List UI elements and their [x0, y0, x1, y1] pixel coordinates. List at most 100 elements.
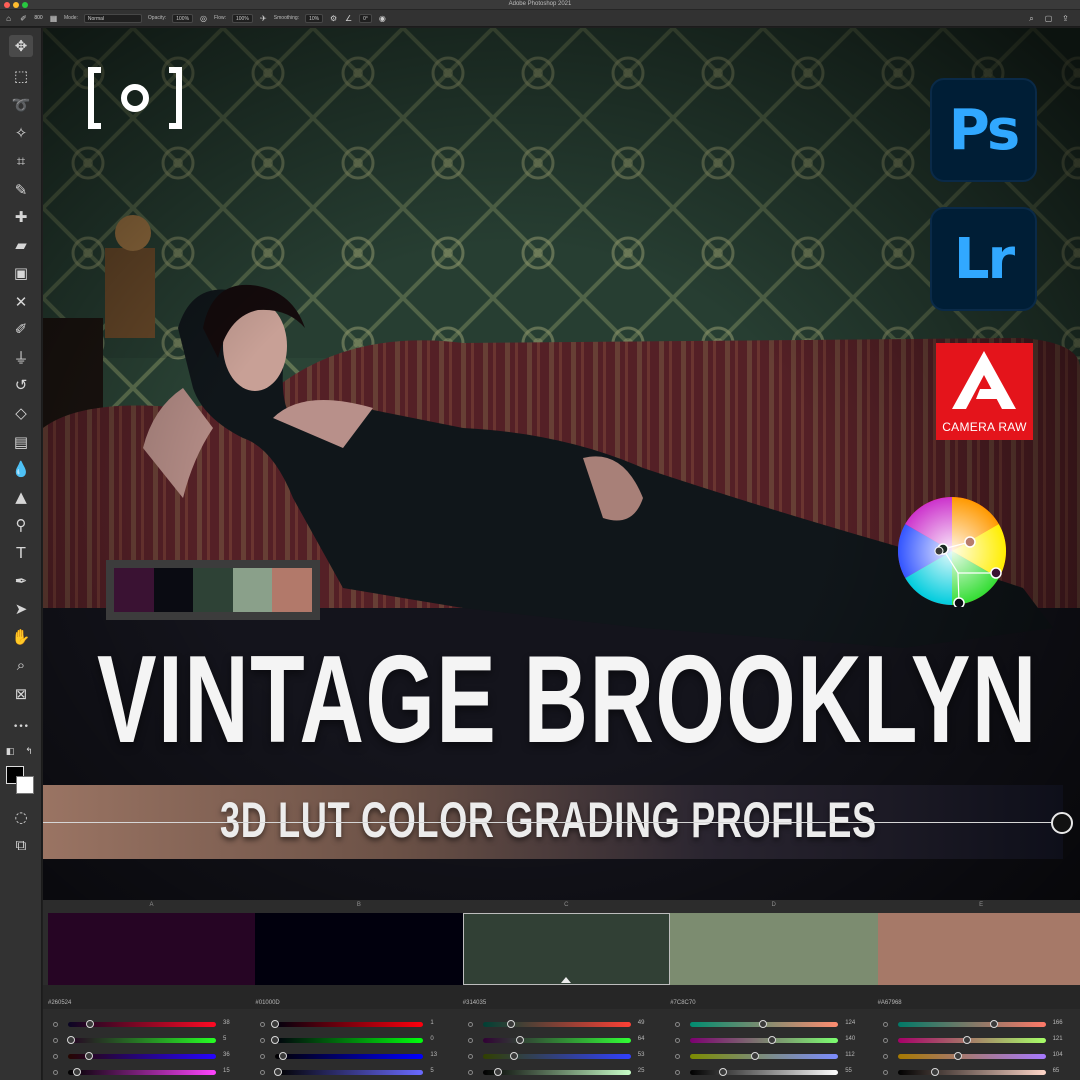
channel-slider[interactable]: 36	[53, 1050, 243, 1064]
channel-lock-icon[interactable]	[675, 1054, 681, 1059]
palette-swatch[interactable]	[462, 913, 671, 985]
channel-track[interactable]	[68, 1038, 216, 1043]
channel-lock-icon[interactable]	[882, 1070, 888, 1075]
palette-swatch[interactable]	[670, 913, 878, 985]
eraser-icon[interactable]: ◇	[9, 402, 33, 424]
eyedropper-icon[interactable]: ✎	[9, 179, 33, 201]
pressure-size-icon[interactable]: ◉	[378, 14, 387, 23]
channel-lock-icon[interactable]	[467, 1054, 473, 1059]
channel-knob[interactable]	[493, 1068, 502, 1076]
channel-knob[interactable]	[758, 1020, 767, 1028]
channel-knob[interactable]	[66, 1036, 75, 1044]
swap-colors-icon[interactable]: ↰	[22, 745, 36, 759]
airbrush-icon[interactable]: ✈	[259, 14, 268, 23]
channel-track[interactable]	[68, 1070, 216, 1075]
pen-icon[interactable]: ✒	[9, 570, 33, 592]
channel-track[interactable]	[482, 1038, 631, 1043]
arrow-cursor-icon[interactable]: ➤	[9, 598, 33, 620]
angle-icon[interactable]: ∠	[344, 14, 353, 23]
channel-knob[interactable]	[72, 1068, 81, 1076]
mode-select[interactable]: Normal	[83, 13, 142, 23]
type-icon[interactable]: T	[9, 542, 33, 564]
channel-track[interactable]	[482, 1054, 631, 1059]
channel-lock-icon[interactable]	[53, 1022, 58, 1027]
home-icon[interactable]: ⌂	[4, 14, 13, 23]
channel-track[interactable]	[897, 1038, 1046, 1043]
bandage-icon[interactable]: ✚	[9, 206, 33, 228]
patch-icon[interactable]: ▰	[9, 234, 33, 256]
channel-lock-icon[interactable]	[260, 1054, 266, 1059]
channel-slider[interactable]: 38	[53, 1018, 243, 1032]
quick-mask-icon[interactable]: ◌	[9, 806, 33, 828]
gear-icon[interactable]: ⚙	[329, 14, 338, 23]
zoom-icon[interactable]: ⌕	[9, 654, 33, 676]
brush-size-icon[interactable]: 800	[34, 14, 43, 23]
hex-value[interactable]: #A67968	[878, 1000, 902, 1006]
channel-track[interactable]	[897, 1070, 1046, 1075]
channel-slider[interactable]: 15	[53, 1066, 243, 1080]
magic-wand-icon[interactable]: ✧	[9, 122, 33, 144]
drop-icon[interactable]: 💧	[9, 458, 33, 480]
channel-slider[interactable]: 55	[675, 1066, 865, 1080]
ellipsis-icon[interactable]: •••	[9, 716, 33, 738]
channel-knob[interactable]	[718, 1068, 727, 1076]
channel-knob[interactable]	[930, 1068, 939, 1076]
brush-settings-icon[interactable]: ▦	[49, 14, 58, 23]
smoothing-field[interactable]: 10%	[305, 13, 324, 23]
history-brush-icon[interactable]: ↺	[9, 374, 33, 396]
channel-lock-icon[interactable]	[882, 1054, 888, 1059]
channel-lock-icon[interactable]	[675, 1022, 681, 1027]
channel-slider[interactable]: 13	[260, 1050, 450, 1064]
background-color-swatch[interactable]	[16, 776, 34, 794]
stamp-icon[interactable]: ⏚	[9, 346, 33, 368]
dodge-icon[interactable]: ⚲	[9, 514, 33, 536]
channel-track[interactable]	[482, 1022, 631, 1027]
channel-track[interactable]	[690, 1038, 839, 1043]
channel-lock-icon[interactable]	[467, 1022, 473, 1027]
channel-slider[interactable]: 64	[467, 1034, 658, 1048]
move-icon[interactable]: ✥	[9, 35, 33, 57]
hand-icon[interactable]: ✋	[9, 626, 33, 648]
channel-lock-icon[interactable]	[467, 1038, 473, 1043]
channel-slider[interactable]: 166	[882, 1018, 1073, 1032]
channel-slider[interactable]: 112	[675, 1050, 865, 1064]
slider-handle[interactable]	[1051, 812, 1073, 834]
channel-lock-icon[interactable]	[467, 1070, 473, 1075]
channel-knob[interactable]	[509, 1052, 518, 1060]
angle-field[interactable]: 0°	[359, 13, 372, 23]
workspace-icon[interactable]: ▢	[1044, 14, 1053, 23]
channel-lock-icon[interactable]	[53, 1054, 58, 1059]
channel-lock-icon[interactable]	[260, 1038, 266, 1043]
channel-knob[interactable]	[84, 1052, 93, 1060]
channel-track[interactable]	[275, 1022, 424, 1027]
channel-track[interactable]	[275, 1038, 424, 1043]
brush-preset-icon[interactable]: ✐	[19, 14, 28, 23]
screen-mode-icon[interactable]: ⧉	[9, 834, 33, 856]
brush-icon[interactable]: ✐	[9, 318, 33, 340]
share-icon[interactable]: ⇪	[1061, 14, 1070, 23]
channel-knob[interactable]	[506, 1020, 515, 1028]
channel-slider[interactable]: 25	[467, 1066, 658, 1080]
opacity-field[interactable]: 100%	[172, 13, 194, 23]
channel-lock-icon[interactable]	[53, 1038, 58, 1043]
default-colors-icon[interactable]: ◧	[3, 745, 17, 759]
channel-slider[interactable]: 121	[882, 1034, 1073, 1048]
channel-track[interactable]	[897, 1022, 1046, 1027]
channel-lock-icon[interactable]	[53, 1070, 58, 1075]
hex-value[interactable]: #7C8C70	[670, 1000, 695, 1006]
channel-knob[interactable]	[278, 1052, 287, 1060]
marquee-icon[interactable]: ⬚	[9, 65, 33, 87]
cross-arrows-icon[interactable]: ✕	[9, 291, 33, 313]
frame-icon[interactable]: ▣	[9, 262, 33, 284]
hex-value[interactable]: #01000D	[255, 1000, 279, 1006]
channel-slider[interactable]: 1	[260, 1018, 450, 1032]
lasso-icon[interactable]: ➰	[9, 94, 33, 116]
crop-icon[interactable]: ⌗	[9, 150, 33, 172]
palette-swatch[interactable]	[877, 913, 1080, 985]
flow-field[interactable]: 100%	[232, 13, 253, 23]
channel-slider[interactable]: 53	[467, 1050, 658, 1064]
channel-slider[interactable]: 5	[53, 1034, 243, 1048]
channel-track[interactable]	[897, 1054, 1046, 1059]
triangle-icon[interactable]: ▲	[9, 486, 33, 508]
hex-value[interactable]: #314035	[463, 1000, 486, 1006]
